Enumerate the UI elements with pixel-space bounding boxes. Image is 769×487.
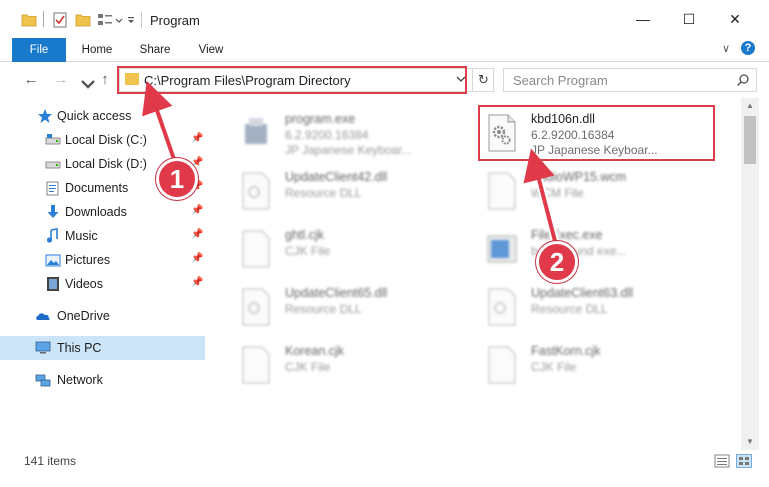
arrow-2 xyxy=(523,148,558,246)
step-2-badge: 2 xyxy=(536,241,578,283)
annotation-arrows xyxy=(142,80,560,247)
step-1-badge: 1 xyxy=(156,158,198,200)
arrow-1 xyxy=(142,80,178,166)
